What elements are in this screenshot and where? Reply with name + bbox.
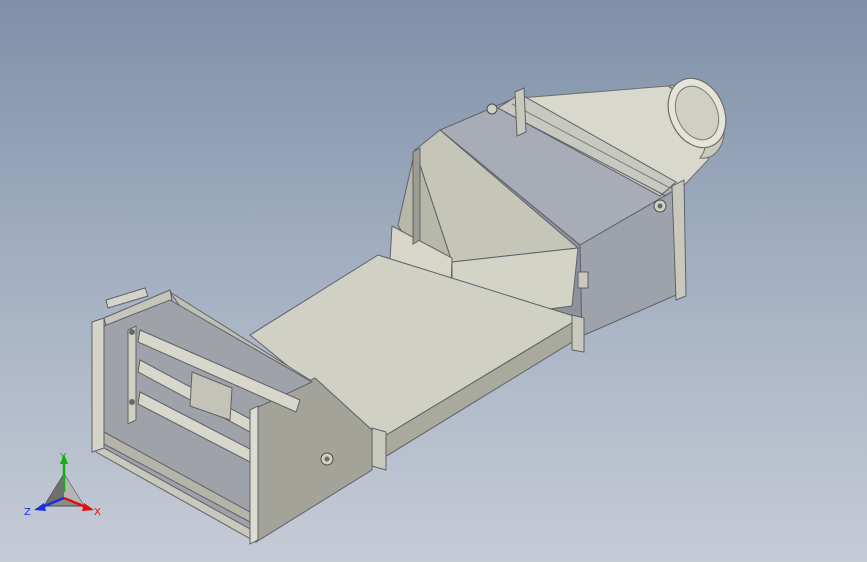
duct-assembly-model[interactable]	[0, 0, 867, 562]
x-axis-head-icon	[82, 503, 94, 511]
orientation-triad[interactable]: Y X Z	[22, 448, 108, 524]
z-axis-head-icon	[34, 503, 46, 511]
y-axis-label: Y	[59, 452, 67, 463]
x-axis-label: X	[94, 507, 101, 518]
cad-viewport[interactable]: Y X Z	[0, 0, 867, 562]
z-axis-label: Z	[24, 507, 31, 518]
